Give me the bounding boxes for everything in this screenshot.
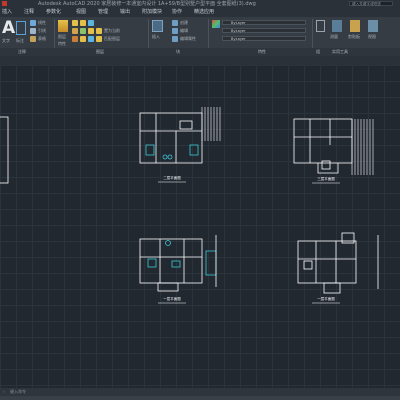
ribbon-separator <box>208 19 209 49</box>
edit-label[interactable]: 编辑 <box>180 28 188 34</box>
layer-freeze-icon[interactable] <box>80 20 86 26</box>
menu-item-insert[interactable]: 插入 <box>2 8 12 17</box>
text-tool-label[interactable]: 文字 <box>2 38 10 44</box>
make-current-icon[interactable] <box>96 28 102 34</box>
window-title: Autodesk AutoCAD 2020 家居装修一本通室内设计 1A+59/… <box>38 1 256 7</box>
plan-caption-4: 一层平面图 <box>317 296 335 301</box>
leader-icon[interactable] <box>30 28 36 34</box>
leader-label[interactable]: 引线 <box>38 28 46 34</box>
group-icon[interactable] <box>316 20 325 32</box>
layer-color-icon[interactable] <box>88 28 94 34</box>
plan-caption-1: 二层平面图 <box>163 175 181 180</box>
menu-item-parametric[interactable]: 参数化 <box>46 8 61 17</box>
menu-bar: 插入 注释 参数化 视图 管理 输出 附加模块 协作 精选应用 <box>0 8 400 17</box>
ribbon-separator <box>148 19 149 49</box>
panel-block[interactable]: 块 <box>176 48 180 56</box>
properties-label[interactable]: 特性 <box>58 41 66 47</box>
drawing-canvas[interactable]: 二层平面图 三层平面图 一层平面图 一层平面图 <box>0 65 400 388</box>
dimension-tool-label[interactable]: 标注 <box>16 38 24 44</box>
ribbon-separator <box>54 19 55 49</box>
linear-label[interactable]: 线性 <box>38 20 46 26</box>
linetype-dropdown-value: ByLayer <box>231 29 246 33</box>
edit-block-icon[interactable] <box>172 28 178 34</box>
insert-block-icon[interactable] <box>152 20 163 32</box>
layer-merge-icon[interactable] <box>80 36 86 42</box>
layer-properties-icon[interactable] <box>58 20 68 32</box>
floor-plan-1[interactable] <box>139 107 221 164</box>
panel-properties[interactable]: 特性 <box>258 48 266 56</box>
layer-label[interactable]: 图层 <box>58 34 66 40</box>
floor-plan-3[interactable] <box>139 235 217 292</box>
menu-item-annotate[interactable]: 注释 <box>24 8 34 17</box>
panel-annotation[interactable]: 注释 <box>18 48 26 56</box>
lineweight-dropdown[interactable]: ByLayer <box>222 36 306 41</box>
layer-lock-icon[interactable] <box>88 20 94 26</box>
color-wheel-icon[interactable] <box>212 20 220 28</box>
command-prompt-icon: › <box>3 389 5 394</box>
match-layer-label[interactable]: 匹配图层 <box>104 36 120 42</box>
dimension-icon[interactable] <box>16 21 26 35</box>
title-bar: Autodesk AutoCAD 2020 家居装修一本通室内设计 1A+59/… <box>0 0 400 8</box>
color-dropdown-value: ByLayer <box>231 21 246 25</box>
menu-item-featured[interactable]: 精选应用 <box>194 8 214 17</box>
table-icon[interactable] <box>30 36 36 42</box>
linear-icon[interactable] <box>30 20 36 26</box>
linetype-dropdown[interactable]: ByLayer <box>222 28 306 33</box>
view-icon[interactable] <box>368 20 378 32</box>
view-label[interactable]: 视图 <box>368 34 376 40</box>
floor-plan-2[interactable] <box>293 118 374 175</box>
panel-layers[interactable]: 图层 <box>96 48 104 56</box>
plan-caption-2: 三层平面图 <box>317 176 335 181</box>
menu-item-manage[interactable]: 管理 <box>98 8 108 17</box>
menu-item-output[interactable]: 输出 <box>120 8 130 17</box>
file-tab-row <box>0 56 400 65</box>
floor-plan-4[interactable] <box>297 232 379 294</box>
partial-drawing-frame <box>0 116 9 184</box>
layer-state-icon[interactable] <box>72 20 78 26</box>
edit-attributes-label[interactable]: 编辑属性 <box>180 36 196 42</box>
menu-item-addins[interactable]: 附加模块 <box>142 8 162 17</box>
text-tool-icon[interactable]: A <box>2 18 15 38</box>
edit-attributes-icon[interactable] <box>172 36 178 42</box>
panel-groups[interactable]: 组 <box>316 48 320 56</box>
command-line[interactable]: › 键入命令 <box>0 388 400 396</box>
layer-walk-icon[interactable] <box>72 36 78 42</box>
measure-label[interactable]: 测量 <box>330 34 338 40</box>
color-dropdown[interactable]: ByLayer <box>222 20 306 25</box>
measure-icon[interactable] <box>332 20 342 32</box>
ribbon-panel-bar: 注释 图层 块 特性 组 实用工具 <box>0 48 400 56</box>
menu-item-view[interactable]: 视图 <box>76 8 86 17</box>
layer-on-icon[interactable] <box>80 28 86 34</box>
command-input-placeholder: 键入命令 <box>10 389 26 394</box>
status-bar <box>0 396 400 400</box>
match-layer-icon[interactable] <box>96 36 102 42</box>
layer-delete-icon[interactable] <box>88 36 94 42</box>
autocad-logo-icon[interactable] <box>2 1 7 6</box>
menu-item-collaborate[interactable]: 协作 <box>172 8 182 17</box>
create-label[interactable]: 创建 <box>180 20 188 26</box>
ribbon-separator <box>312 19 313 49</box>
plan-caption-3: 一层平面图 <box>163 296 181 301</box>
create-block-icon[interactable] <box>172 20 178 26</box>
search-placeholder: 键入关键字或短语 <box>352 2 381 6</box>
layer-iso-icon[interactable] <box>72 28 78 34</box>
panel-utilities[interactable]: 实用工具 <box>332 48 348 56</box>
table-label[interactable]: 表格 <box>38 36 46 42</box>
lineweight-dropdown-value: ByLayer <box>231 37 246 41</box>
make-current-label[interactable]: 置为当前 <box>104 28 120 34</box>
clipboard-icon[interactable] <box>350 20 360 32</box>
insert-label[interactable]: 插入 <box>152 34 160 40</box>
clipboard-label[interactable]: 剪贴板 <box>348 34 360 40</box>
search-input[interactable]: 键入关键字或短语 <box>349 1 393 6</box>
model-space: 二层平面图 三层平面图 一层平面图 一层平面图 <box>0 107 379 304</box>
